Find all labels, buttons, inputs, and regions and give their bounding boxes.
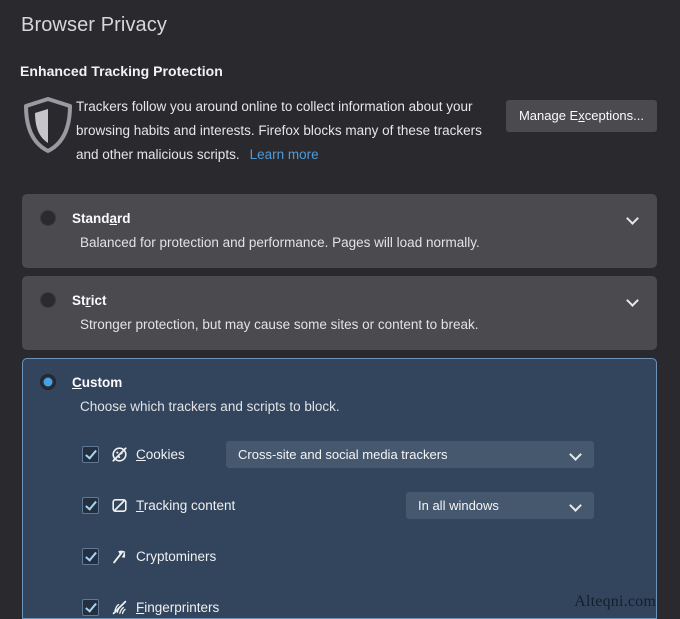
protection-level-standard[interactable]: Standard Balanced for protection and per… <box>22 194 657 268</box>
radio-custom[interactable] <box>40 374 56 390</box>
checkbox-tracking-content[interactable] <box>82 497 99 514</box>
radio-standard[interactable] <box>40 210 56 226</box>
strict-header: Strict <box>23 277 656 308</box>
tracking-content-blocked-icon <box>111 497 128 514</box>
manage-exceptions-label-pre: Manage E <box>519 108 578 123</box>
protection-level-strict[interactable]: Strict Stronger protection, but may caus… <box>22 276 657 350</box>
checkbox-cookies[interactable] <box>82 446 99 463</box>
label-fingerprinters: Fingerprinters <box>136 600 219 615</box>
custom-description: Choose which trackers and scripts to blo… <box>23 390 656 414</box>
custom-header: Custom <box>23 359 656 390</box>
fingerprinters-accesskey: F <box>136 600 144 615</box>
chevron-down-icon <box>570 499 594 511</box>
custom-accesskey: C <box>72 375 82 390</box>
strict-label: Strict <box>72 293 107 308</box>
chevron-down-icon[interactable] <box>627 211 639 229</box>
manage-exceptions-button[interactable]: Manage Exceptions... <box>506 100 657 132</box>
standard-label: Standard <box>72 211 131 226</box>
checkbox-fingerprinters[interactable] <box>82 599 99 616</box>
chevron-down-icon[interactable] <box>627 293 639 311</box>
chevron-down-icon <box>570 448 594 460</box>
cookies-dropdown-value: Cross-site and social media trackers <box>226 447 570 462</box>
custom-option-cryptominers: Cryptominers <box>23 544 656 568</box>
cookies-accesskey: C <box>136 447 146 462</box>
learn-more-link[interactable]: Learn more <box>250 147 319 162</box>
strict-description: Stronger protection, but may cause some … <box>23 308 656 332</box>
label-cookies: Cookies <box>136 447 185 462</box>
fingerprinter-blocked-icon <box>111 599 128 616</box>
custom-label: Custom <box>72 375 122 390</box>
section-title: Enhanced Tracking Protection <box>20 63 223 79</box>
standard-header: Standard <box>23 195 656 226</box>
cryptominer-icon <box>111 548 128 565</box>
checkbox-cryptominers[interactable] <box>82 548 99 565</box>
standard-description: Balanced for protection and performance.… <box>23 226 656 250</box>
custom-option-tracking-content: Tracking content In all windows <box>23 493 656 517</box>
tracking-content-accesskey: T <box>136 498 144 513</box>
custom-option-fingerprinters: Fingerprinters <box>23 595 656 619</box>
shield-icon-wrapper <box>20 94 76 159</box>
label-tracking-content: Tracking content <box>136 498 235 513</box>
protection-level-custom[interactable]: Custom Choose which trackers and scripts… <box>22 358 657 619</box>
tracking-content-dropdown-value: In all windows <box>406 498 570 513</box>
tracking-content-dropdown[interactable]: In all windows <box>406 492 594 519</box>
custom-option-cookies: Cookies Cross-site and social media trac… <box>23 442 656 466</box>
radio-strict[interactable] <box>40 292 56 308</box>
intro-text-wrapper: Trackers follow you around online to col… <box>76 94 488 167</box>
shield-icon <box>22 96 74 159</box>
cookie-blocked-icon <box>111 446 128 463</box>
standard-accesskey: a <box>110 211 118 226</box>
watermark: Alteqni.com <box>574 593 656 611</box>
cookies-dropdown[interactable]: Cross-site and social media trackers <box>226 441 594 468</box>
manage-exceptions-label-post: ceptions... <box>585 108 644 123</box>
page-title: Browser Privacy <box>21 14 167 37</box>
label-cryptominers: Cryptominers <box>136 549 216 564</box>
